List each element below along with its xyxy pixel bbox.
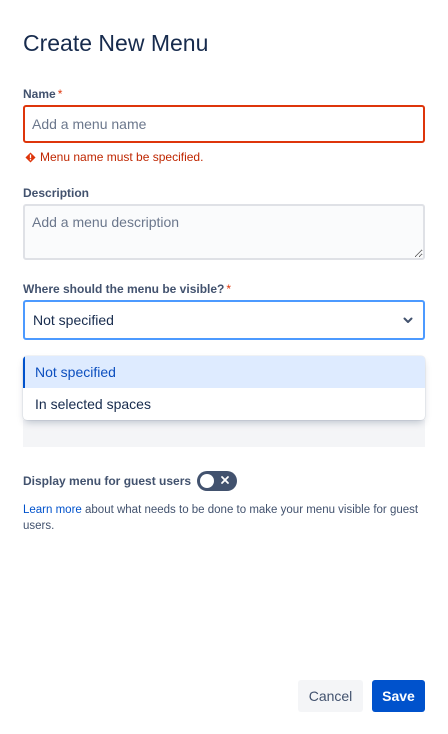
guest-help-text: Learn more about what needs to be done t… — [23, 502, 423, 534]
learn-more-link[interactable]: Learn more — [23, 504, 82, 516]
option-label: In selected spaces — [35, 396, 151, 412]
guest-users-toggle[interactable] — [197, 471, 238, 491]
option-in-selected-spaces[interactable]: In selected spaces — [23, 388, 425, 420]
option-label: Not specified — [35, 364, 116, 380]
toggle-knob — [200, 474, 215, 488]
chevron-down-icon — [403, 317, 413, 323]
name-label-text: Name — [23, 87, 56, 101]
name-error-message: Menu name must be specified. — [25, 150, 203, 164]
save-button[interactable]: Save — [372, 680, 425, 712]
create-menu-dialog: Create New Menu Name* Menu name must be … — [0, 0, 448, 734]
guest-toggle-label: Display menu for guest users — [23, 474, 192, 488]
menu-name-input[interactable] — [23, 105, 425, 143]
description-label: Description — [23, 186, 90, 200]
error-icon — [25, 151, 36, 163]
visibility-dropdown-menu: Not specified In selected spaces — [23, 356, 425, 420]
error-text: Menu name must be specified. — [40, 150, 204, 164]
obscured-panel — [23, 420, 425, 447]
visibility-label-text: Where should the menu be visible? — [23, 282, 225, 296]
cancel-button[interactable]: Cancel — [298, 680, 363, 712]
help-text-body: about what needs to be done to make your… — [23, 504, 419, 532]
visibility-select[interactable]: Not specified — [23, 300, 425, 340]
required-marker: * — [226, 282, 232, 296]
close-icon — [221, 476, 229, 484]
visibility-selected-value: Not specified — [33, 312, 114, 328]
option-not-specified[interactable]: Not specified — [23, 356, 425, 388]
guest-toggle-row: Display menu for guest users — [23, 471, 238, 491]
required-marker: * — [57, 87, 63, 101]
name-label: Name * — [23, 87, 62, 101]
dialog-title: Create New Menu — [23, 30, 209, 56]
menu-description-textarea[interactable] — [23, 204, 425, 260]
visibility-label: Where should the menu be visible? * — [23, 282, 231, 296]
